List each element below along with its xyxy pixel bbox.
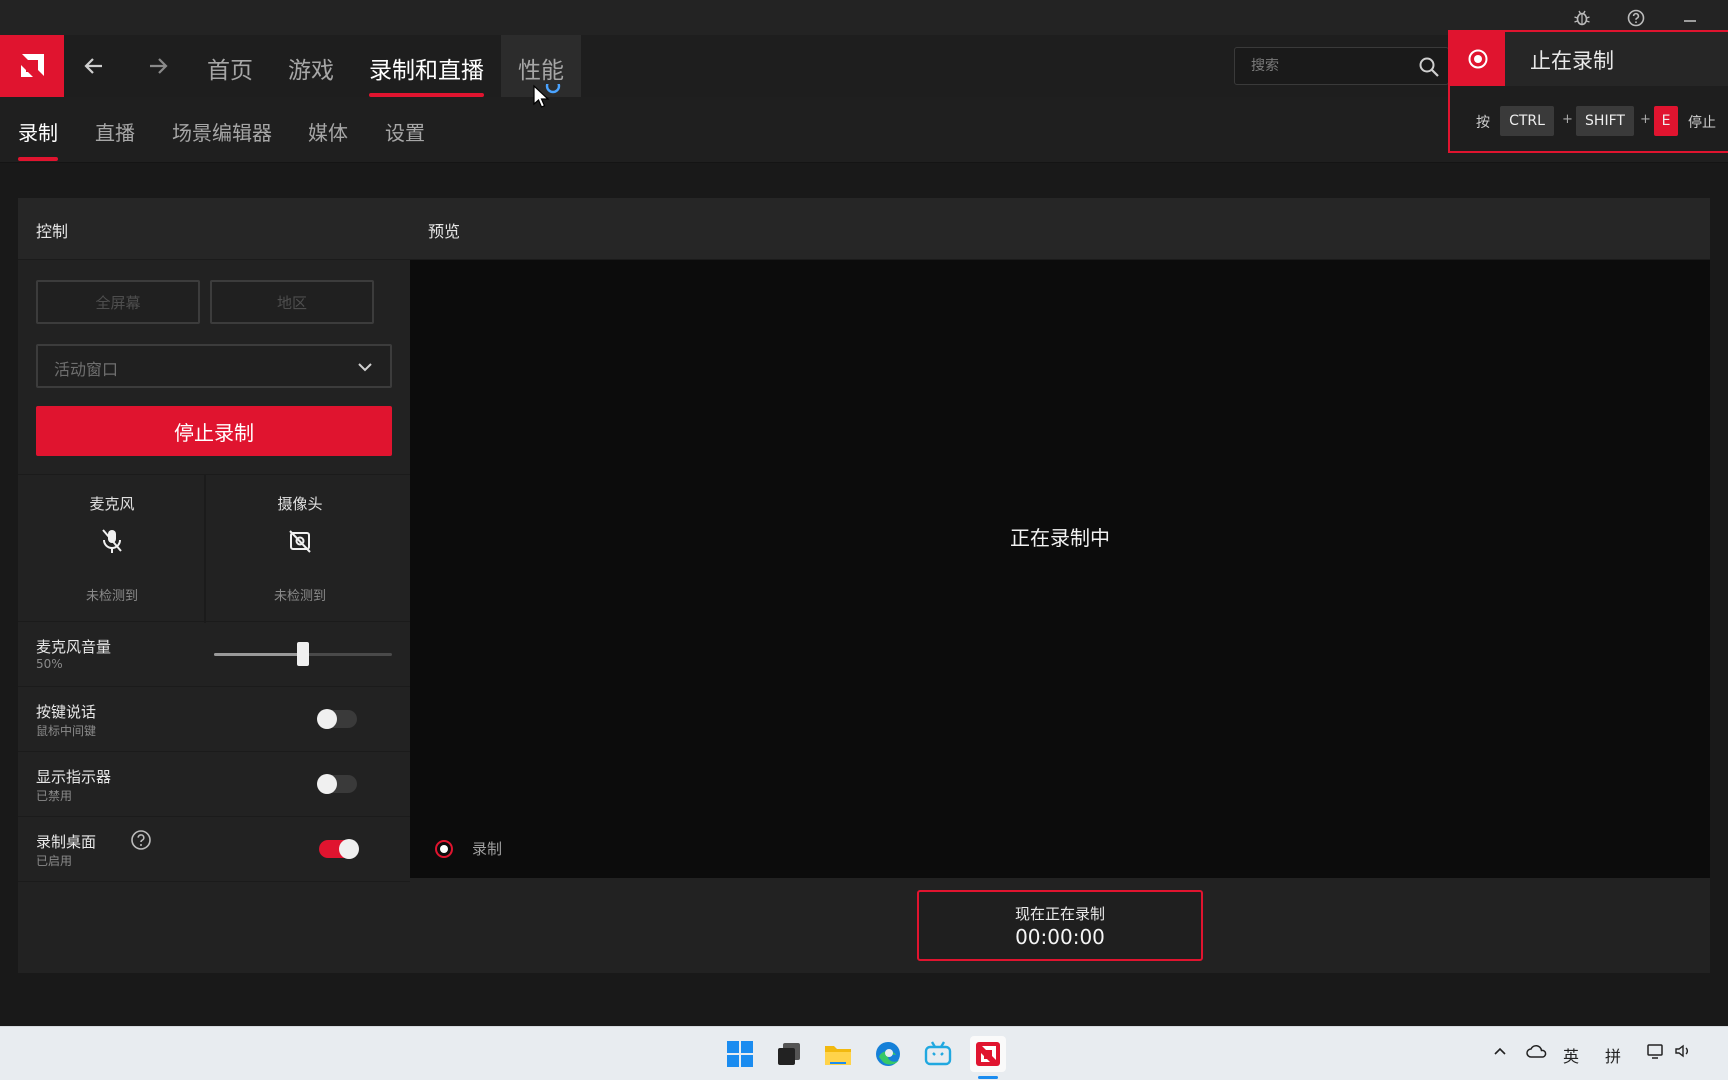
record-desktop-row: 录制桌面 已启用: [18, 817, 410, 882]
search-box[interactable]: [1234, 47, 1449, 85]
taskbar: 英 拼: [0, 1026, 1728, 1080]
sub-tab-settings[interactable]: 设置: [385, 117, 425, 163]
key-e: E: [1654, 106, 1678, 136]
notification-press-text: 按: [1476, 115, 1490, 131]
notification-title: 止在录制: [1530, 49, 1614, 73]
sub-tab-scene-editor[interactable]: 场景编辑器: [172, 117, 272, 163]
onedrive-cloud-icon[interactable]: [1526, 1043, 1548, 1063]
recording-indicator-label: 录制: [472, 840, 503, 858]
device-section: 麦克风 未检测到 摄像头 未检测到: [18, 474, 410, 623]
preview-panel: 预览 正在录制中 录制 现在正在录制 00:00:00: [410, 198, 1710, 973]
task-view-icon[interactable]: [771, 1036, 807, 1072]
mic-volume-row: 麦克风音量 50%: [18, 622, 410, 687]
preview-area: 正在录制中 录制: [410, 260, 1710, 878]
tray-overflow-icon[interactable]: [1492, 1043, 1508, 1063]
nav-tab-home[interactable]: 首页: [207, 51, 253, 97]
recording-status-label: 现在正在录制: [1014, 905, 1105, 923]
mic-volume-value: 50%: [36, 657, 63, 671]
key-shift: SHIFT: [1576, 106, 1634, 136]
mouse-cursor: [532, 78, 564, 116]
record-desktop-sub: 已启用: [36, 854, 73, 868]
camera-device[interactable]: 摄像头 未检测到: [206, 475, 394, 623]
push-to-talk-title: 按键说话: [36, 703, 97, 721]
nav-tab-games[interactable]: 游戏: [288, 51, 334, 97]
bilibili-icon[interactable]: [920, 1036, 956, 1072]
ime-indicator[interactable]: 拼: [1605, 1043, 1621, 1067]
preview-panel-title: 预览: [410, 198, 1710, 260]
key-plus: +: [1562, 112, 1573, 127]
sub-tab-stream[interactable]: 直播: [95, 117, 135, 163]
push-to-talk-row: 按键说话 鼠标中间键: [18, 687, 410, 752]
microphone-device[interactable]: 麦克风 未检测到: [18, 475, 206, 623]
camera-status: 未检测到: [273, 589, 326, 604]
recording-notification: 止在录制 按 CTRL + SHIFT + E 停止: [1448, 30, 1728, 153]
sub-tab-media[interactable]: 媒体: [308, 117, 348, 163]
notification-header: 止在录制: [1450, 32, 1728, 86]
fullscreen-button[interactable]: 全屏幕: [36, 280, 200, 324]
microphone-title: 麦克风: [89, 495, 135, 513]
slider-thumb[interactable]: [297, 642, 309, 666]
start-menu-icon[interactable]: [722, 1036, 758, 1072]
key-ctrl: CTRL: [1500, 106, 1554, 136]
control-panel-title: 控制: [18, 198, 410, 260]
active-app-indicator: [978, 1076, 998, 1079]
record-desktop-title: 录制桌面: [36, 833, 97, 851]
window-select-value: 活动窗口: [54, 360, 119, 379]
recording-status-box: 现在正在录制 00:00:00: [917, 890, 1203, 961]
show-indicator-row: 显示指示器 已禁用: [18, 752, 410, 817]
mic-volume-title: 麦克风音量: [36, 638, 112, 656]
control-panel: 控制 全屏幕 地区 活动窗口 停止录制 麦克风 未检测到 摄像头 未检测到 麦克…: [18, 198, 410, 973]
amd-software-taskbar-icon[interactable]: [970, 1036, 1006, 1072]
mic-volume-slider[interactable]: [214, 642, 392, 666]
record-dot-icon: [435, 839, 453, 858]
volume-icon[interactable]: [1674, 1043, 1692, 1063]
amd-logo[interactable]: [0, 35, 64, 97]
back-arrow-icon[interactable]: [79, 51, 109, 81]
mic-off-icon: [18, 527, 206, 555]
recording-indicator: 录制: [434, 838, 502, 859]
show-indicator-title: 显示指示器: [36, 768, 112, 786]
camera-off-icon: [206, 527, 394, 555]
push-to-talk-sub: 鼠标中间键: [36, 724, 97, 738]
stop-recording-button[interactable]: 停止录制: [36, 406, 392, 456]
bug-report-icon[interactable]: [1570, 6, 1594, 30]
slider-fill: [214, 653, 303, 656]
sub-tab-record[interactable]: 录制: [18, 117, 58, 163]
search-icon[interactable]: [1418, 56, 1440, 82]
notification-body: 按 CTRL + SHIFT + E 停止: [1450, 88, 1728, 153]
key-plus: +: [1640, 112, 1651, 127]
push-to-talk-toggle[interactable]: [317, 709, 357, 729]
network-icon[interactable]: [1646, 1043, 1666, 1063]
minimize-icon[interactable]: [1678, 6, 1702, 30]
show-indicator-sub: 已禁用: [36, 789, 73, 803]
help-circle-icon[interactable]: [130, 829, 152, 855]
notification-suffix-text: 停止: [1688, 115, 1716, 131]
show-indicator-toggle[interactable]: [317, 774, 357, 794]
edge-browser-icon[interactable]: [870, 1036, 906, 1072]
region-button[interactable]: 地区: [210, 280, 374, 324]
record-desktop-toggle[interactable]: [319, 839, 359, 859]
search-input[interactable]: [1235, 48, 1448, 84]
window-select[interactable]: 活动窗口: [36, 344, 392, 388]
chevron-down-icon: [356, 358, 374, 380]
nav-tab-record-stream[interactable]: 录制和直播: [369, 51, 484, 97]
microphone-status: 未检测到: [85, 589, 138, 604]
recording-timer: 00:00:00: [1015, 925, 1105, 949]
record-icon: [1450, 32, 1505, 86]
file-explorer-icon[interactable]: [820, 1036, 856, 1072]
camera-title: 摄像头: [277, 495, 323, 513]
help-icon[interactable]: [1624, 6, 1648, 30]
preview-message: 正在录制中: [1010, 526, 1110, 550]
language-indicator[interactable]: 英: [1563, 1043, 1579, 1067]
forward-arrow-icon[interactable]: [143, 51, 173, 81]
